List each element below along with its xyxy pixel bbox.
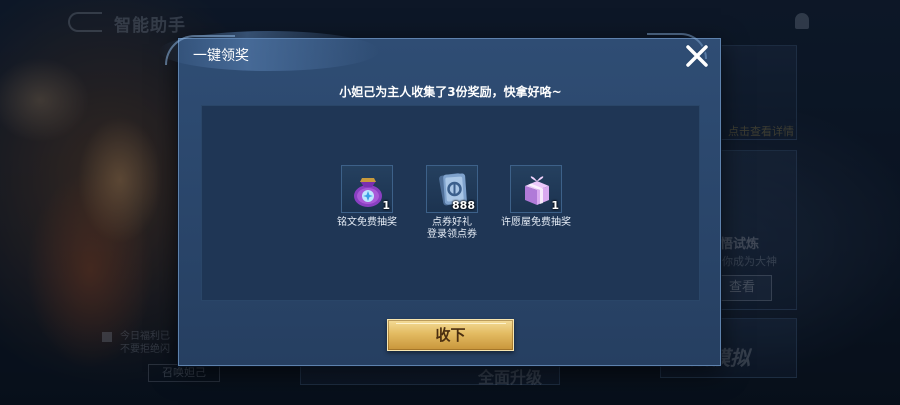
reward-icon-frame: 1 bbox=[341, 165, 393, 213]
close-button[interactable] bbox=[684, 43, 710, 69]
reward-item-wish-house[interactable]: 1 许愿屋免费抽奖 bbox=[486, 165, 586, 229]
reward-label-line2: 登录领点券 bbox=[427, 229, 477, 240]
reward-panel: 1 铭文免费抽奖 888 点券好礼 登录领点券 1 许愿屋免费抽奖 bbox=[201, 105, 700, 301]
reward-icon-frame: 1 bbox=[510, 165, 562, 213]
reward-dialog: 一键领奖 小妲己为主人收集了3份奖励，快拿好咯~ 1 铭文免费抽奖 888 点券… bbox=[159, 31, 721, 366]
dialog-title: 一键领奖 bbox=[193, 48, 249, 64]
reward-count: 888 bbox=[452, 199, 475, 212]
reward-count: 1 bbox=[382, 199, 390, 212]
reward-icon-frame: 888 bbox=[426, 165, 478, 213]
collect-button[interactable]: 收下 bbox=[387, 319, 514, 351]
collect-button-label: 收下 bbox=[435, 326, 466, 344]
close-icon bbox=[685, 44, 709, 68]
button-shine bbox=[396, 323, 506, 324]
dialog-message: 小妲己为主人收集了3份奖励，快拿好咯~ bbox=[339, 85, 562, 99]
reward-label: 许愿屋免费抽奖 bbox=[501, 217, 571, 228]
reward-count: 1 bbox=[551, 199, 559, 212]
